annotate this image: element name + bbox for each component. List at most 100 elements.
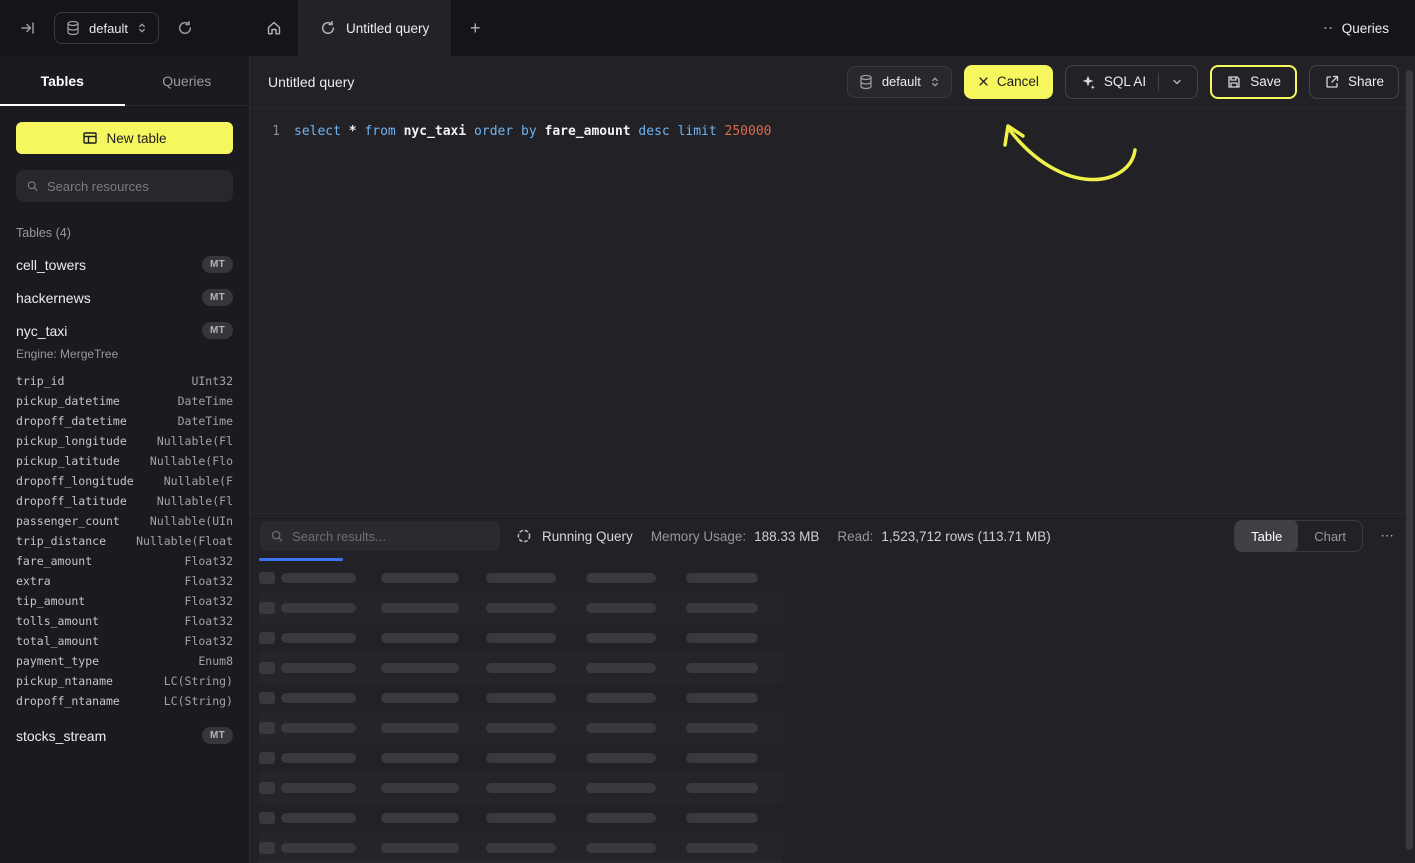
sql-ai-button[interactable]: SQL AI [1065,65,1198,99]
skeleton-cell [686,633,781,643]
vertical-scrollbar[interactable] [1406,70,1413,850]
skeleton-cell [381,783,486,793]
skeleton-row [259,803,783,833]
sql-code[interactable]: select * from nyc_taxi order by fare_amo… [280,122,772,513]
new-tab-button[interactable]: + [451,0,499,56]
skeleton-pill [259,782,275,794]
column-name: pickup_latitude [16,451,120,471]
skeleton-pill [259,632,275,644]
skeleton-cell [381,603,486,613]
column-type: DateTime [178,411,233,431]
sql-token [396,124,404,139]
share-button[interactable]: Share [1309,65,1399,99]
table-list-item[interactable]: cell_towersMT [16,256,233,273]
sidebar-tab-queries[interactable]: Queries [125,56,250,105]
share-label: Share [1348,74,1384,89]
skeleton-cell [686,603,781,613]
sql-token: order [474,124,513,139]
table-list-item[interactable]: nyc_taxiMT [16,322,233,339]
sql-token [717,124,725,139]
save-icon [1226,74,1242,90]
skeleton-pill [686,813,758,823]
sql-token [341,124,349,139]
home-icon [266,20,282,36]
skeleton-pill [586,633,656,643]
more-options-button[interactable]: ⋯ [1375,524,1399,548]
skeleton-cell [381,813,486,823]
table-list-item[interactable]: hackernewsMT [16,289,233,306]
tab-home[interactable] [250,0,298,56]
search-icon [270,529,284,543]
skeleton-pill [586,603,656,613]
skeleton-cell [686,573,781,583]
cancel-label: Cancel [997,74,1039,89]
skeleton-pill [281,753,356,763]
skeleton-pill [686,693,758,703]
column-name: tolls_amount [16,611,99,631]
skeleton-cell [686,783,781,793]
topbar-database-selector[interactable]: default [54,12,159,44]
skeleton-pill [259,572,275,584]
skeleton-row [259,773,783,803]
chevron-updown-icon [136,22,148,34]
skeleton-row [259,593,783,623]
sidebar-tab-tables[interactable]: Tables [0,56,125,105]
skeleton-cell [586,573,686,583]
results-search-input[interactable] [292,529,490,544]
skeleton-cell [381,573,486,583]
skeleton-pill [686,603,758,613]
skeleton-pill [259,722,275,734]
resources-search-input[interactable] [47,179,223,194]
skeleton-pill [486,753,556,763]
sidebar-tab-queries-label: Queries [162,73,211,89]
save-button[interactable]: Save [1210,65,1297,99]
refresh-button[interactable] [173,16,197,40]
skeleton-cell [281,603,381,613]
skeleton-cell [259,632,281,644]
skeleton-pill [281,573,356,583]
column-type: Float32 [185,611,233,631]
skeleton-pill [281,843,356,853]
chevron-down-icon[interactable] [1171,76,1183,88]
skeleton-pill [381,723,459,733]
skeleton-cell [486,633,586,643]
skeleton-cell [486,573,586,583]
skeleton-cell [259,722,281,734]
skeleton-cell [686,693,781,703]
column-name: tip_amount [16,591,85,611]
skeleton-cell [586,663,686,673]
toggle-table[interactable]: Table [1235,520,1298,552]
skeleton-pill [281,813,356,823]
body: Tables Queries New table [0,56,1415,863]
sql-token [670,124,678,139]
toggle-chart[interactable]: Chart [1298,520,1362,552]
sidebar: Tables Queries New table [0,56,250,863]
tab-untitled-query[interactable]: Untitled query [298,0,451,56]
table-list-item[interactable]: stocks_streamMT [16,727,233,744]
column-type: DateTime [178,391,233,411]
memory-usage-value: 188.33 MB [754,529,819,544]
column-type: Nullable(UIn [150,511,233,531]
skeleton-cell [259,782,281,794]
skeleton-pill [586,573,656,583]
skeleton-cell [259,602,281,614]
cancel-button[interactable]: Cancel [964,65,1053,99]
queries-nav-button[interactable]: Queries [1322,0,1415,56]
sidebar-collapse-button[interactable] [16,16,40,40]
table-name: stocks_stream [16,728,106,744]
memory-usage-label: Memory Usage: [651,529,746,544]
query-database-selector[interactable]: default [847,66,952,98]
column-type: Nullable(Float [136,531,233,551]
column-name: total_amount [16,631,99,651]
sql-editor[interactable]: 1 select * from nyc_taxi order by fare_a… [250,108,1415,513]
column-row: tip_amountFloat32 [16,591,233,611]
sql-token: fare_amount [545,124,631,139]
new-table-button[interactable]: New table [16,122,233,154]
skeleton-row [259,623,783,653]
skeleton-pill [586,813,656,823]
column-row: pickup_longitudeNullable(Fl [16,431,233,451]
skeleton-cell [486,663,586,673]
new-table-label: New table [106,131,166,146]
skeleton-pill [259,842,275,854]
table-name: cell_towers [16,257,86,273]
